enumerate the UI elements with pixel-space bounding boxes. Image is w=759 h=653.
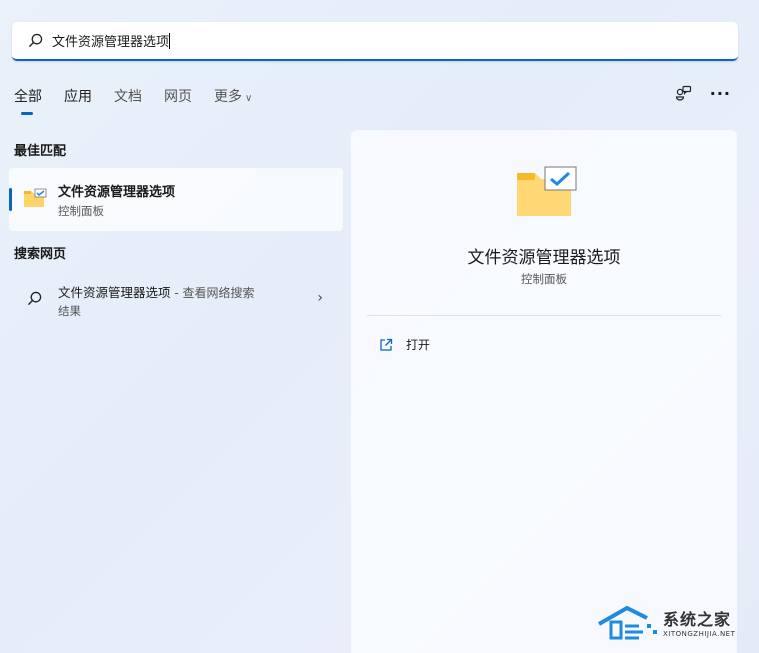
search-icon xyxy=(27,291,42,306)
section-best-match: 最佳匹配 xyxy=(14,144,67,159)
tab-all[interactable]: 全部 xyxy=(14,86,42,115)
web-result-title: 文件资源管理器选项 xyxy=(58,285,171,300)
search-value: 文件资源管理器选项 xyxy=(52,35,170,50)
account-feedback-icon[interactable] xyxy=(675,85,692,102)
detail-panel: 文件资源管理器选项 控制面板 打开 xyxy=(351,130,737,653)
house-logo-icon xyxy=(598,605,657,640)
selection-indicator xyxy=(9,188,12,211)
tab-apps[interactable]: 应用 xyxy=(64,86,92,106)
tab-web[interactable]: 网页 xyxy=(164,86,192,106)
folder-options-icon xyxy=(24,188,47,207)
best-match-title: 文件资源管理器选项 xyxy=(58,185,176,200)
chevron-down-icon: ∨ xyxy=(245,93,253,104)
detail-title: 文件资源管理器选项 xyxy=(467,248,621,268)
web-search-item[interactable]: 文件资源管理器选项 - 查看网络搜索 结果 › xyxy=(9,278,343,322)
section-search-web: 搜索网页 xyxy=(14,247,67,262)
search-icon xyxy=(28,33,43,48)
web-result-line2: 结果 xyxy=(58,304,81,318)
watermark-logo: 系统之家 XITONGZHIJIA.NET xyxy=(597,602,735,642)
tab-documents[interactable]: 文档 xyxy=(114,86,142,106)
text-caret xyxy=(169,32,171,49)
search-input[interactable]: 文件资源管理器选项 xyxy=(12,22,738,61)
folder-options-large-icon xyxy=(517,166,577,216)
tab-more-label: 更多 xyxy=(214,89,242,105)
web-result-suffix: - 查看网络搜索 xyxy=(170,286,255,300)
open-external-icon xyxy=(380,338,393,351)
open-action[interactable]: 打开 xyxy=(379,336,430,353)
more-options-icon[interactable]: ··· xyxy=(710,84,731,103)
chevron-right-icon[interactable]: › xyxy=(317,290,323,306)
open-label: 打开 xyxy=(406,338,431,352)
detail-subtitle: 控制面板 xyxy=(521,272,567,286)
tab-more[interactable]: 更多 ∨ xyxy=(214,86,252,106)
divider xyxy=(367,315,721,316)
best-match-subtitle: 控制面板 xyxy=(58,204,104,218)
best-match-item[interactable]: 文件资源管理器选项 控制面板 xyxy=(9,168,343,231)
filter-tabs: 全部 应用 文档 网页 更多 ∨ xyxy=(14,86,252,115)
